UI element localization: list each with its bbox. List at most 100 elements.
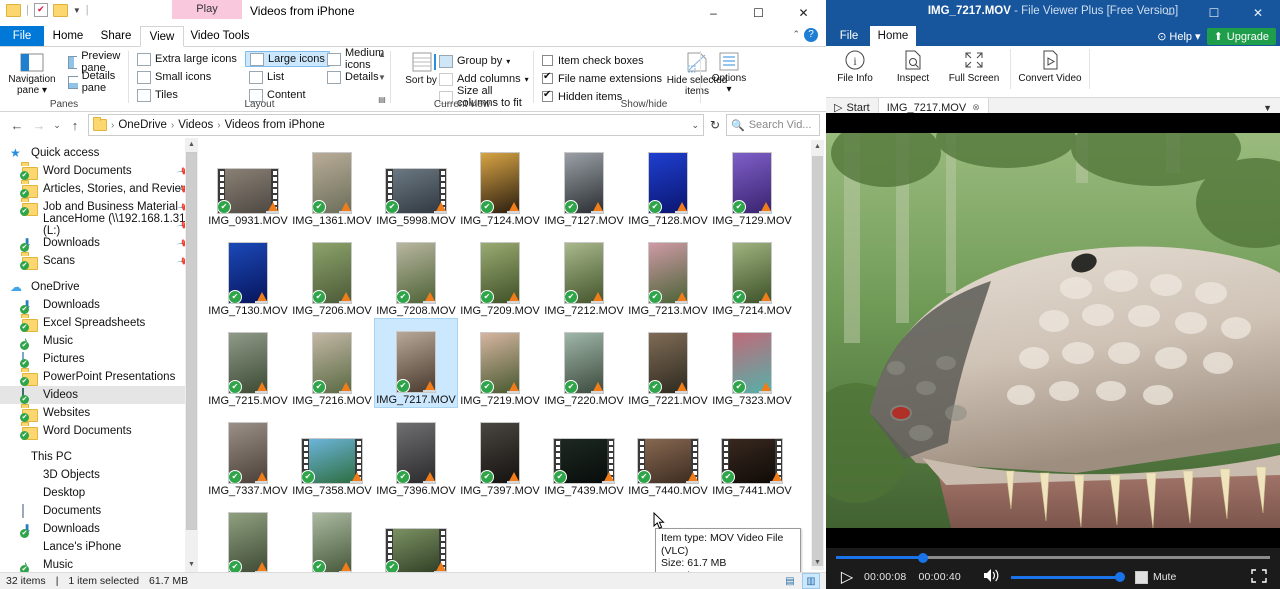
forward-button[interactable]: →: [28, 118, 50, 133]
chevron-down-icon[interactable]: ▼: [73, 6, 81, 15]
tab-home[interactable]: Home: [44, 26, 92, 46]
nav-scrollbar[interactable]: ▲ ▼: [185, 138, 198, 572]
file-item[interactable]: ✔IMG_7323.MOV: [710, 318, 794, 408]
help-icon[interactable]: ?: [804, 28, 818, 42]
file-item[interactable]: ✔IMG_7220.MOV: [542, 318, 626, 408]
tab-home[interactable]: Home: [870, 26, 916, 46]
recent-locations-button[interactable]: ⌄: [50, 120, 64, 131]
tab-view[interactable]: View: [140, 26, 184, 47]
layout-option-details[interactable]: Details: [323, 69, 383, 85]
breadcrumb-videos[interactable]: Videos: [178, 119, 213, 131]
large-icons-view-icon[interactable]: ▥: [802, 573, 820, 589]
volume-handle[interactable]: [1115, 572, 1125, 582]
new-folder-icon[interactable]: [53, 4, 68, 17]
file-item[interactable]: ✔IMG_7124.MOV: [458, 138, 542, 228]
file-item[interactable]: ✔IMG_0931.MOV: [206, 138, 290, 228]
full-screen-button[interactable]: Full Screen: [942, 49, 1006, 84]
sidebar-item-videos[interactable]: ✔Videos: [0, 386, 198, 404]
fullscreen-button[interactable]: [1250, 568, 1268, 587]
inspect-button[interactable]: Inspect: [884, 49, 942, 84]
tab-file[interactable]: File: [0, 26, 44, 46]
layout-option-extra-large-icons[interactable]: Extra large icons: [133, 51, 241, 67]
chevron-down-icon[interactable]: ⌄: [691, 120, 699, 131]
file-item[interactable]: ✔IMG_7129.MOV: [710, 138, 794, 228]
grid-scroll-thumb[interactable]: [812, 156, 823, 566]
file-item[interactable]: ✔IMG_7215.MOV: [206, 318, 290, 408]
properties-icon[interactable]: ✔: [34, 3, 48, 17]
scroll-down-icon[interactable]: ▼: [185, 558, 198, 572]
file-item[interactable]: ✔IMG_1361.MOV: [290, 138, 374, 228]
sidebar-item-downloads[interactable]: ⬇✔Downloads: [0, 296, 198, 314]
file-item[interactable]: ✔IMG_7444.MOV: [290, 498, 374, 572]
tab-video-tools[interactable]: Video Tools: [184, 26, 256, 46]
file-item[interactable]: ✔IMG_7130.MOV: [206, 228, 290, 318]
file-item[interactable]: ✔IMG_7358.MOV: [290, 408, 374, 498]
sidebar-item-documents[interactable]: Documents: [0, 502, 198, 520]
sidebar-item-pictures[interactable]: ✔Pictures: [0, 350, 198, 368]
file-item[interactable]: ✔IMG_7212.MOV: [542, 228, 626, 318]
file-item[interactable]: ✔IMG_7214.MOV: [710, 228, 794, 318]
speaker-icon[interactable]: [983, 568, 1001, 586]
maximize-button[interactable]: ☐: [1192, 0, 1236, 26]
file-grid-scrollbar[interactable]: ▲ ▼: [811, 140, 824, 570]
upgrade-button[interactable]: ⬆ Upgrade: [1207, 28, 1276, 45]
volume-slider[interactable]: [1011, 576, 1121, 579]
file-item[interactable]: ✔IMG_7518.MOV: [374, 498, 458, 572]
details-pane-button[interactable]: Details pane: [64, 74, 128, 90]
close-button[interactable]: ✕: [781, 0, 826, 26]
file-item[interactable]: ✔IMG_7209.MOV: [458, 228, 542, 318]
file-item[interactable]: ✔IMG_7440.MOV: [626, 408, 710, 498]
nav-group-onedrive[interactable]: ☁OneDrive: [0, 278, 198, 296]
sidebar-item-scans[interactable]: ✔Scans📌: [0, 252, 198, 270]
sidebar-item-word-documents[interactable]: ✔Word Documents: [0, 422, 198, 440]
details-view-icon[interactable]: ▤: [781, 573, 799, 589]
file-item[interactable]: ✔IMG_7443.MOV: [206, 498, 290, 572]
seek-bar[interactable]: [836, 556, 1270, 559]
file-item[interactable]: ✔IMG_7396.MOV: [374, 408, 458, 498]
convert-video-button[interactable]: Convert Video: [1015, 49, 1085, 84]
breadcrumb-current[interactable]: Videos from iPhone: [225, 119, 325, 131]
layout-scroll-buttons[interactable]: ▲ ▼ ▤: [376, 50, 388, 104]
sidebar-item-websites[interactable]: ✔Websites: [0, 404, 198, 422]
contextual-tab-play[interactable]: Play: [172, 0, 242, 19]
chevron-down-icon[interactable]: ▼: [1263, 103, 1280, 113]
sidebar-item-desktop[interactable]: Desktop: [0, 484, 198, 502]
file-item-selected[interactable]: ✔IMG_7217.MOV: [374, 318, 458, 408]
address-field[interactable]: › OneDrive › Videos › Videos from iPhone…: [88, 114, 704, 136]
sidebar-item-downloads[interactable]: ⬇✔Downloads: [0, 520, 198, 538]
file-item[interactable]: ✔IMG_7441.MOV: [710, 408, 794, 498]
sidebar-item-lance-s-iphone[interactable]: Lance's iPhone: [0, 538, 198, 556]
file-item[interactable]: ✔IMG_7397.MOV: [458, 408, 542, 498]
sidebar-item-excel-spreadsheets[interactable]: ✔Excel Spreadsheets: [0, 314, 198, 332]
help-button[interactable]: ⊙ Help ▾: [1157, 30, 1200, 43]
close-button[interactable]: ✕: [1236, 0, 1280, 26]
sidebar-item-articles-stories-and-reviews[interactable]: ✔Articles, Stories, and Reviews📌: [0, 180, 198, 198]
file-item[interactable]: ✔IMG_7216.MOV: [290, 318, 374, 408]
scroll-up-icon[interactable]: ▲: [378, 50, 386, 59]
group-by-button[interactable]: Group by▾: [435, 53, 514, 69]
search-input[interactable]: 🔍 Search Vid...: [726, 114, 820, 136]
scroll-down-icon[interactable]: ▼: [378, 73, 386, 82]
nav-scroll-thumb[interactable]: [186, 152, 197, 530]
preview-pane-button[interactable]: Preview pane: [64, 54, 129, 70]
sidebar-item-downloads[interactable]: ⬇✔Downloads📌: [0, 234, 198, 252]
nav-group-quick-access[interactable]: ★Quick access: [0, 144, 198, 162]
sidebar-item-lancehome-192-168-1-31-l[interactable]: LanceHome (\\192.168.1.31) (L:)📌: [0, 216, 198, 234]
layout-option-large-icons[interactable]: Large icons: [245, 51, 330, 67]
minimize-button[interactable]: –: [691, 0, 736, 26]
close-icon[interactable]: ⊗: [972, 102, 980, 113]
refresh-button[interactable]: ↻: [704, 118, 726, 132]
sidebar-item-word-documents[interactable]: ✔Word Documents📌: [0, 162, 198, 180]
sidebar-item-music[interactable]: ♪✔Music: [0, 332, 198, 350]
file-item[interactable]: ✔IMG_7128.MOV: [626, 138, 710, 228]
file-info-button[interactable]: i File Info: [826, 49, 884, 84]
navigation-pane-button[interactable]: Navigation pane ▾: [4, 52, 60, 96]
sidebar-item-3d-objects[interactable]: 3D Objects: [0, 466, 198, 484]
options-button[interactable]: Options▾: [701, 51, 757, 95]
layout-option-list[interactable]: List: [245, 69, 288, 85]
sidebar-item-powerpoint-presentations[interactable]: ✔PowerPoint Presentations: [0, 368, 198, 386]
scroll-up-icon[interactable]: ▲: [185, 138, 198, 152]
tab-file[interactable]: File: [832, 26, 866, 46]
item-check-boxes-checkbox[interactable]: Item check boxes: [542, 53, 644, 68]
scroll-down-icon[interactable]: ▼: [811, 556, 824, 570]
